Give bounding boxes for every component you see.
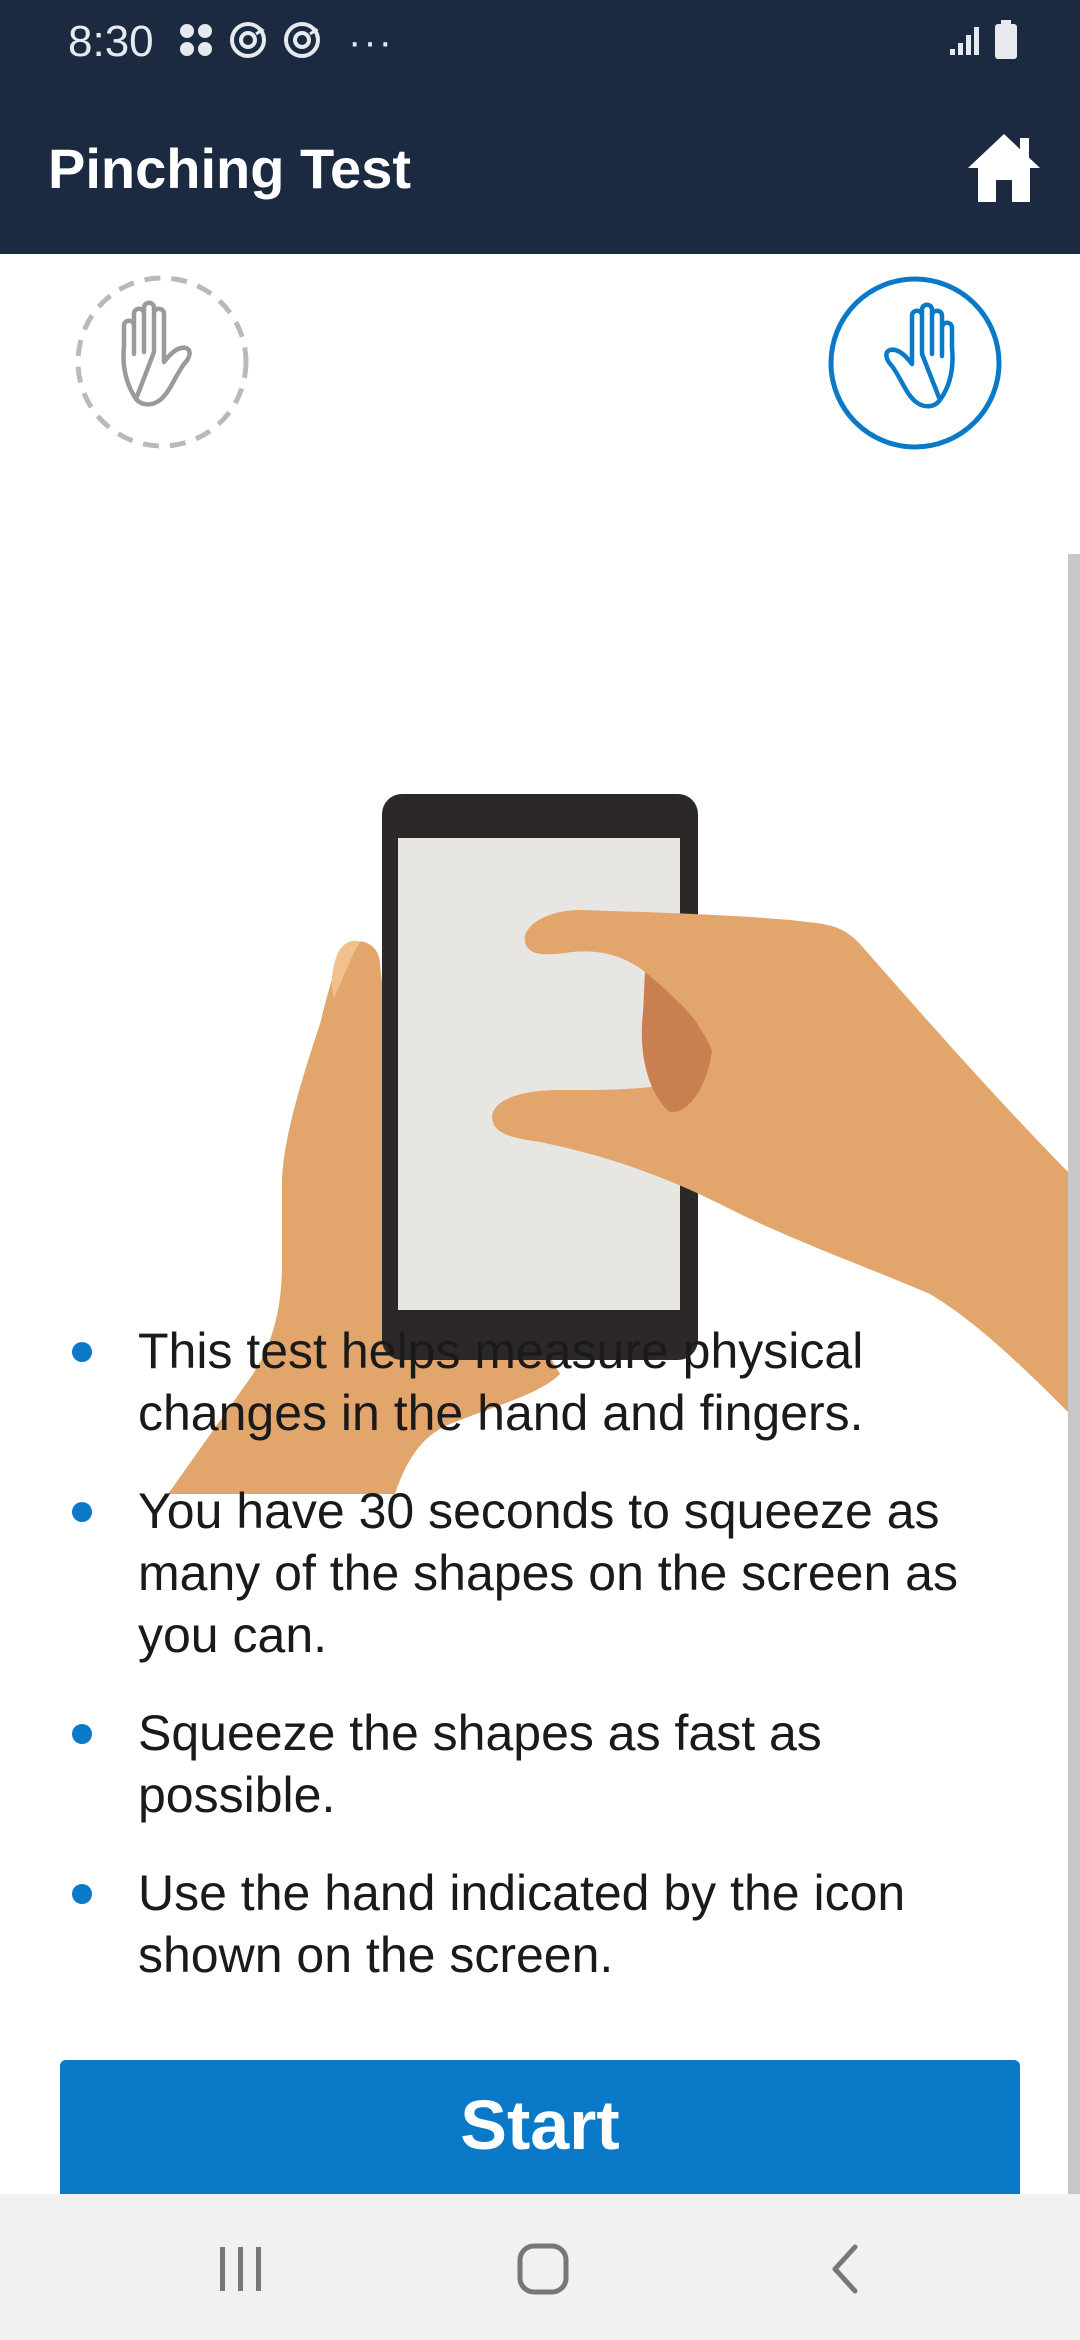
right-hand-indicator xyxy=(826,274,1004,452)
home-nav-button[interactable] xyxy=(488,2224,598,2314)
sync-icon xyxy=(282,20,322,65)
left-hand-icon xyxy=(75,275,249,449)
back-icon xyxy=(832,2244,858,2294)
start-button[interactable]: Start xyxy=(60,2060,1020,2194)
content: This test helps measure physical changes… xyxy=(0,254,1080,2194)
more-notifications-icon: ··· xyxy=(348,20,394,64)
left-hand-indicator xyxy=(74,274,250,450)
sync-icon xyxy=(228,20,268,65)
status-time: 8:30 xyxy=(68,17,154,66)
recent-apps-icon xyxy=(220,2247,261,2291)
back-button[interactable] xyxy=(790,2224,900,2314)
signal-icon xyxy=(948,23,982,62)
recent-apps-button[interactable] xyxy=(186,2224,296,2314)
bullet xyxy=(72,1724,92,1744)
home-button[interactable] xyxy=(964,130,1044,206)
home-icon xyxy=(968,134,1040,202)
scrollbar[interactable] xyxy=(1068,554,1080,2194)
instructions-list: This test helps measure physical changes… xyxy=(0,1320,1080,2022)
bullet xyxy=(72,1502,92,1522)
battery-icon xyxy=(994,19,1018,65)
status-bar: 8:30 ··· xyxy=(0,0,1080,84)
phone-screen xyxy=(398,838,680,1310)
status-icons-left: ··· xyxy=(178,20,394,64)
home-nav-icon xyxy=(517,2243,569,2295)
page-title: Pinching Test xyxy=(48,137,411,200)
app-bar: Pinching Test xyxy=(0,84,1080,254)
navigation-bar xyxy=(0,2194,1080,2340)
instruction-text: This test helps measure physical changes… xyxy=(138,1323,864,1441)
instruction-text: You have 30 seconds to squeeze as many o… xyxy=(138,1483,958,1663)
instruction-item: Use the hand indicated by the icon shown… xyxy=(0,1862,1080,1986)
instruction-item: Squeeze the shapes as fast as possible. xyxy=(0,1702,1080,1826)
instruction-item: You have 30 seconds to squeeze as many o… xyxy=(0,1480,1080,1666)
instruction-text: Squeeze the shapes as fast as possible. xyxy=(138,1705,822,1823)
instruction-item: This test helps measure physical changes… xyxy=(0,1320,1080,1444)
right-hand-icon xyxy=(828,276,1002,450)
app-grid-icon xyxy=(178,22,214,63)
screen: 8:30 ··· Pinching Test This test helps m… xyxy=(0,0,1080,2340)
bullet xyxy=(72,1342,92,1362)
status-icons-right xyxy=(948,19,1018,65)
instruction-text: Use the hand indicated by the icon shown… xyxy=(138,1865,906,1983)
bullet xyxy=(72,1884,92,1904)
